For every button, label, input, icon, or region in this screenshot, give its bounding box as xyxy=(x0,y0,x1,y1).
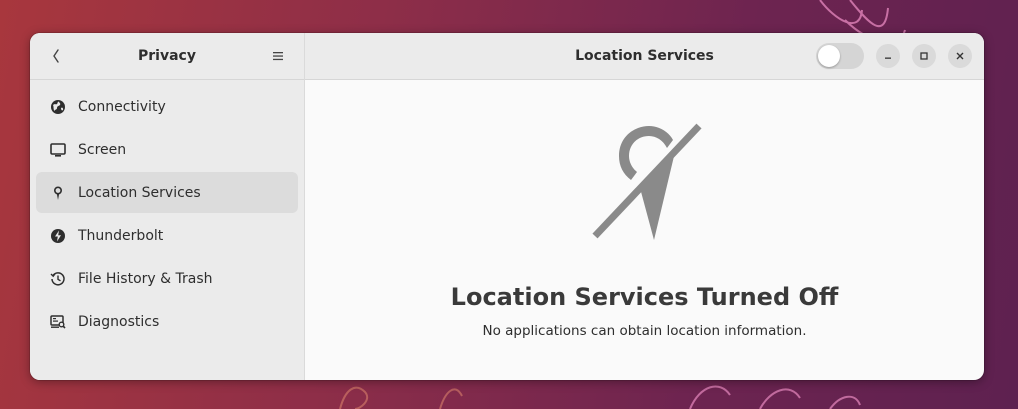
sidebar-header: Privacy xyxy=(30,33,304,80)
sidebar-item-label: Location Services xyxy=(78,184,201,201)
maximize-button[interactable] xyxy=(912,44,936,68)
minimize-icon xyxy=(885,57,891,59)
map-pin-icon xyxy=(48,183,68,203)
thunderbolt-icon xyxy=(48,226,68,246)
settings-window: Privacy Connectivity Screen Location Ser… xyxy=(30,33,984,380)
hamburger-icon xyxy=(273,52,283,61)
sidebar-item-screen[interactable]: Screen xyxy=(36,129,298,170)
toggle-knob xyxy=(818,45,840,67)
status-title: Location Services Turned Off xyxy=(450,283,839,311)
sidebar-item-thunderbolt[interactable]: Thunderbolt xyxy=(36,215,298,256)
close-icon xyxy=(956,52,964,60)
status-page: Location Services Turned Off No applicat… xyxy=(305,80,984,380)
sidebar-item-label: Connectivity xyxy=(78,98,166,115)
sidebar-item-label: File History & Trash xyxy=(78,270,213,287)
sidebar-item-diagnostics[interactable]: Diagnostics xyxy=(36,301,298,342)
header-bar: Location Services xyxy=(305,33,984,80)
sidebar-item-label: Diagnostics xyxy=(78,313,160,330)
minimize-button[interactable] xyxy=(876,44,900,68)
close-button[interactable] xyxy=(948,44,972,68)
sidebar-item-label: Thunderbolt xyxy=(78,227,164,244)
sidebar-item-file-history-trash[interactable]: File History & Trash xyxy=(36,258,298,299)
sidebar-list: Connectivity Screen Location Services Th… xyxy=(30,80,304,350)
sidebar-item-label: Screen xyxy=(78,141,127,158)
sidebar: Privacy Connectivity Screen Location Ser… xyxy=(30,33,305,380)
maximize-icon xyxy=(920,52,928,60)
history-icon xyxy=(48,269,68,289)
location-disabled-icon xyxy=(592,123,702,240)
diagnostics-icon xyxy=(48,312,68,332)
main-menu-button[interactable] xyxy=(264,42,292,70)
globe-icon xyxy=(48,97,68,117)
sidebar-title: Privacy xyxy=(138,48,196,64)
location-services-toggle[interactable] xyxy=(816,43,864,69)
content-pane: Location Services Location Services Turn… xyxy=(305,33,984,380)
monitor-icon xyxy=(48,140,68,160)
status-description: No applications can obtain location info… xyxy=(482,323,807,339)
sidebar-item-connectivity[interactable]: Connectivity xyxy=(36,86,298,127)
sidebar-item-location-services[interactable]: Location Services xyxy=(36,172,298,213)
